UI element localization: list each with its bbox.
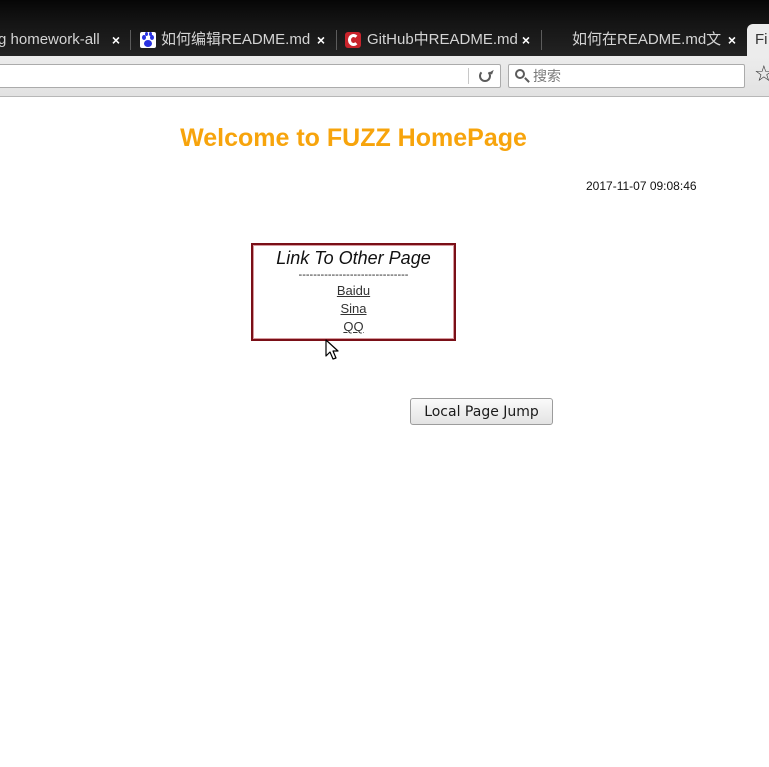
search-placeholder: 搜索	[533, 68, 561, 84]
tab-close-icon[interactable]: ×	[519, 24, 533, 56]
tab-close-icon[interactable]: ×	[314, 24, 328, 56]
reload-icon[interactable]	[479, 70, 491, 82]
browser-tab-readme-howto[interactable]: 如何在README.md文 ×	[570, 24, 742, 56]
browser-tab-homework[interactable]: g homework-all ×	[0, 24, 124, 56]
address-bar[interactable]	[0, 64, 501, 88]
tab-title: g homework-all	[0, 31, 100, 48]
csdn-icon	[345, 32, 361, 48]
browser-toolbar: 搜索 ☆	[0, 56, 769, 97]
link-box-heading: Link To Other Page	[276, 248, 431, 268]
browser-tab-readme-edit[interactable]: 如何编辑README.md ×	[137, 24, 333, 56]
local-page-jump-button[interactable]: Local Page Jump	[410, 398, 553, 425]
search-icon	[515, 69, 525, 79]
qq-link[interactable]: QQ	[253, 318, 454, 336]
tab-separator	[130, 30, 131, 50]
tab-title: Fi	[755, 31, 768, 48]
browser-tab-github-readme[interactable]: GitHub中README.md ×	[343, 24, 539, 56]
browser-tab-strip: g homework-all × 如何编辑README.md × GitHub中…	[0, 0, 769, 56]
address-bar-divider	[468, 68, 469, 84]
sina-link[interactable]: Sina	[253, 300, 454, 318]
tab-separator	[336, 30, 337, 50]
datetime-display: 2017-11-07 09:08:46	[586, 179, 697, 193]
baidu-link[interactable]: Baidu	[253, 282, 454, 300]
tab-close-icon[interactable]: ×	[725, 24, 739, 56]
link-box-divider: ------------------------------	[298, 269, 409, 281]
search-box[interactable]: 搜索	[508, 64, 745, 88]
bookmark-star-icon[interactable]: ☆	[754, 63, 769, 85]
page-title: Welcome to FUZZ HomePage	[180, 124, 527, 152]
web-page: Welcome to FUZZ HomePage 2017-11-07 09:0…	[0, 97, 769, 767]
browser-tab-active[interactable]: Fi	[747, 24, 769, 56]
tab-close-icon[interactable]: ×	[109, 24, 123, 56]
tab-separator	[541, 30, 542, 50]
mouse-pointer-icon	[325, 339, 339, 360]
tab-title: 如何在README.md文	[572, 31, 722, 48]
tab-title: GitHub中README.md	[367, 31, 518, 48]
link-box: Link To Other Page ---------------------…	[251, 243, 456, 341]
baidu-paw-icon	[140, 32, 156, 48]
tab-title: 如何编辑README.md	[161, 31, 311, 48]
